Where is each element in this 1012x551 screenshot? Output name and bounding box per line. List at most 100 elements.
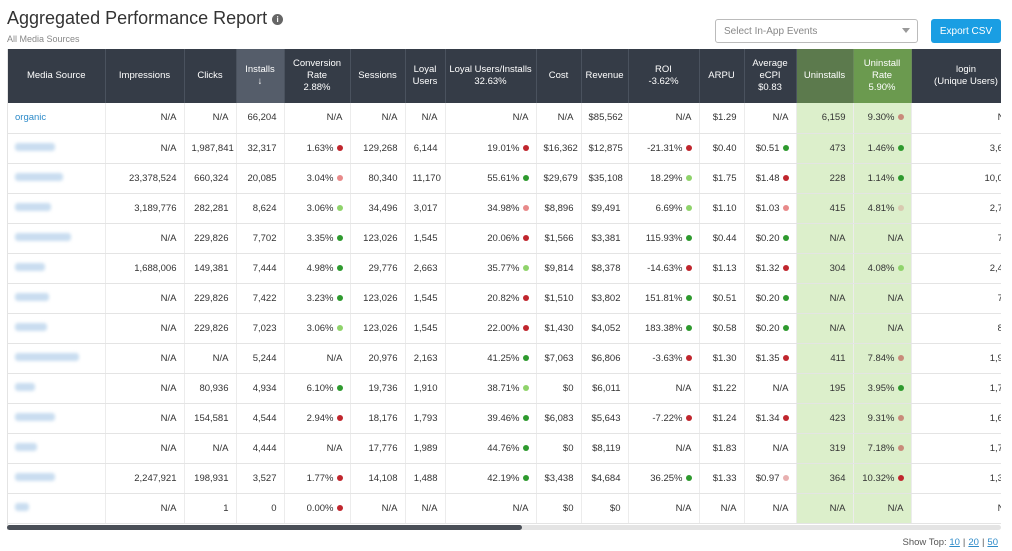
- cell-value: 66,204: [247, 112, 277, 124]
- redacted-media-source[interactable]: [15, 262, 45, 271]
- in-app-events-select[interactable]: Select In-App Events: [715, 19, 918, 43]
- table-row: N/A 1 0 0.00% N/A N/A N/A $0 $0 N/A N/A N/A N/A N/A N/…: [8, 493, 1001, 524]
- column-header-average-ecpi[interactable]: Average eCPI $0.83: [744, 49, 797, 103]
- column-header-impressions[interactable]: Impressions: [105, 49, 185, 103]
- cell-cr: 6.10%: [284, 373, 351, 404]
- status-dot-icon: [522, 384, 529, 391]
- cell-value: 7.84%: [867, 352, 895, 364]
- column-header-sessions[interactable]: Sessions: [350, 49, 406, 103]
- cell-value: 4.98%: [306, 262, 334, 274]
- column-header-loyal-users[interactable]: Loyal Users: [405, 49, 446, 103]
- cell-value: 7,023: [252, 322, 277, 334]
- column-header-arpu[interactable]: ARPU: [699, 49, 745, 103]
- cell-ecpi: $0.51: [744, 133, 797, 164]
- redacted-media-source[interactable]: [15, 412, 55, 421]
- cell-value: N/A: [212, 352, 229, 364]
- table-row: 23,378,524 660,324 20,085 3.04% 80,340 11,170…: [8, 163, 1001, 194]
- column-header-clicks[interactable]: Clicks: [184, 49, 237, 103]
- cell-src[interactable]: organic: [8, 103, 106, 134]
- cell-ins: 5,244: [236, 343, 285, 374]
- status-dot-icon: [782, 324, 789, 331]
- cell-ecpi: $0.20: [744, 313, 797, 344]
- column-header-conversion-rate[interactable]: Conversion Rate 2.88%: [284, 49, 351, 103]
- show-top-10[interactable]: 10: [949, 537, 960, 548]
- cell-clk: 229,826: [184, 223, 237, 254]
- cell-value: N/A: [829, 502, 846, 514]
- cell-cost: $1,566: [536, 223, 582, 254]
- column-header-loyal-users-installs[interactable]: Loyal Users/Installs 32.63%: [445, 49, 537, 103]
- cell-value: $1,510: [544, 292, 574, 304]
- horizontal-scrollbar[interactable]: [7, 525, 1001, 530]
- cell-value: N/A: [381, 502, 398, 514]
- cell-cost: $0: [536, 493, 582, 524]
- status-dot-icon: [685, 474, 692, 481]
- column-header-cost[interactable]: Cost: [536, 49, 582, 103]
- cell-value: 6.69%: [655, 202, 683, 214]
- show-top-50[interactable]: 50: [987, 537, 998, 548]
- cell-src[interactable]: [8, 463, 106, 494]
- cell-src[interactable]: [8, 343, 106, 374]
- cell-src[interactable]: [8, 163, 106, 194]
- cell-value: 3.35%: [306, 232, 334, 244]
- cell-src[interactable]: [8, 133, 106, 164]
- redacted-media-source[interactable]: [15, 442, 37, 451]
- table-header-row: Media Source Impressions Clicks Installs ↓ Co…: [8, 49, 1001, 103]
- column-header-uninstalls[interactable]: Uninstalls: [796, 49, 854, 103]
- show-top-20[interactable]: 20: [968, 537, 979, 548]
- cell-lui: 38.71%: [445, 373, 537, 404]
- status-dot-icon: [782, 204, 789, 211]
- redacted-media-source[interactable]: [15, 322, 47, 331]
- cell-src[interactable]: [8, 433, 106, 464]
- redacted-media-source[interactable]: [15, 352, 79, 361]
- redacted-media-source[interactable]: [15, 472, 55, 481]
- redacted-media-source[interactable]: [15, 382, 35, 391]
- media-source-link[interactable]: organic: [15, 112, 46, 123]
- cell-src[interactable]: [8, 223, 106, 254]
- cell-value: $0.51: [712, 292, 737, 304]
- cell-src[interactable]: [8, 283, 106, 314]
- cell-src[interactable]: [8, 193, 106, 224]
- cell-src[interactable]: [8, 313, 106, 344]
- column-header-roi[interactable]: ROI -3.62%: [628, 49, 700, 103]
- cell-ses: 20,976: [350, 343, 406, 374]
- cell-login: 2,400: [911, 253, 1001, 284]
- cell-src[interactable]: [8, 403, 106, 434]
- cell-src[interactable]: [8, 373, 106, 404]
- status-dot-icon: [685, 414, 692, 421]
- cell-value: 22.00%: [487, 322, 520, 334]
- cell-value: $6,806: [591, 352, 621, 364]
- column-header-login-unique-users[interactable]: login (Unique Users): [911, 49, 1001, 103]
- column-header-uninstall-rate[interactable]: Uninstall Rate 5.90%: [853, 49, 912, 103]
- redacted-media-source[interactable]: [15, 502, 29, 511]
- cell-cost: $3,438: [536, 463, 582, 494]
- cell-arpu: $1.24: [699, 403, 745, 434]
- cell-unin: 195: [796, 373, 854, 404]
- status-dot-icon: [897, 414, 904, 421]
- info-icon[interactable]: i: [272, 14, 284, 25]
- column-header-media-source[interactable]: Media Source: [8, 49, 106, 103]
- redacted-media-source[interactable]: [15, 142, 55, 151]
- export-csv-button[interactable]: Export CSV: [931, 19, 1001, 43]
- redacted-media-source[interactable]: [15, 232, 71, 241]
- column-header-total: $0.83: [758, 82, 782, 93]
- cell-rev: $3,802: [581, 283, 629, 314]
- column-header-revenue[interactable]: Revenue: [581, 49, 629, 103]
- cell-roi: 18.29%: [628, 163, 700, 194]
- cell-value: $6,083: [544, 412, 574, 424]
- cell-cost: $0: [536, 433, 582, 464]
- cell-value: 411: [830, 352, 846, 364]
- cell-value: $0.40: [712, 142, 737, 154]
- cell-login: 1,788: [911, 433, 1001, 464]
- status-dot-icon: [336, 414, 343, 421]
- status-dot-icon: [685, 324, 692, 331]
- column-header-installs[interactable]: Installs ↓: [236, 49, 285, 103]
- column-header-label: Loyal Users: [412, 64, 438, 87]
- redacted-media-source[interactable]: [15, 172, 63, 181]
- redacted-media-source[interactable]: [15, 202, 51, 211]
- cell-value: $0.58: [712, 322, 737, 334]
- cell-src[interactable]: [8, 253, 106, 284]
- cell-unin: N/A: [796, 283, 854, 314]
- scrollbar-thumb[interactable]: [7, 525, 522, 530]
- cell-src[interactable]: [8, 493, 106, 524]
- redacted-media-source[interactable]: [15, 292, 49, 301]
